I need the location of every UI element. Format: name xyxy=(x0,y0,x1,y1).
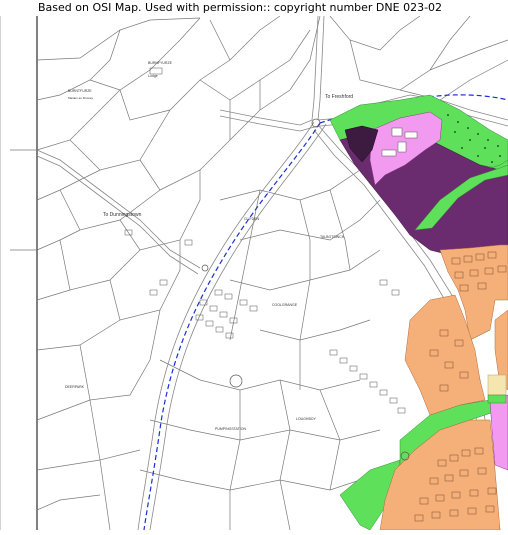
map-view[interactable]: To Freshford To Dunningstown CLIFDEN TAL… xyxy=(0,15,508,531)
map-canvas: To Freshford To Dunningstown CLIFDEN TAL… xyxy=(0,15,508,531)
label-pumpingstation: PUMPINGSTATION xyxy=(215,427,246,431)
label-burntfurze-north: BURNTFURZE xyxy=(68,89,92,93)
commercial-area xyxy=(487,374,507,396)
label-talbotsinch: TALBOTSINCH xyxy=(320,235,345,239)
label-deerpark: DEERPARK xyxy=(65,385,85,389)
label-burntfurze-north-sub: Maiden an Drowey xyxy=(68,96,94,100)
label-burnfyurze-sub: Lodge xyxy=(148,74,158,78)
map-header: Based on OSI Map. Used with permission::… xyxy=(0,0,508,16)
copyright-notice: Based on OSI Map. Used with permission::… xyxy=(38,1,443,14)
label-coolgrange: COOLGRANGE xyxy=(272,303,298,307)
label-burnfyurze: BURNFYURZE xyxy=(148,61,173,65)
label-clifden: CLIFDEN xyxy=(244,217,259,221)
label-to-dunningstown: To Dunningstown xyxy=(103,212,142,218)
label-to-freshford: To Freshford xyxy=(325,94,353,100)
label-loughboy: LOUGHBOY xyxy=(296,417,317,421)
